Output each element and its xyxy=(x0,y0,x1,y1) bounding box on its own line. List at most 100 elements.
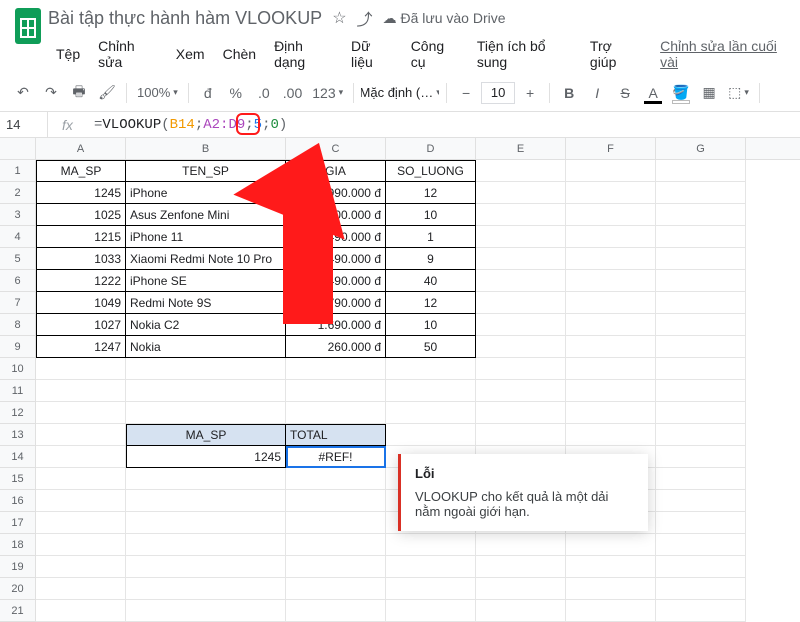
font-size-input[interactable]: 10 xyxy=(481,82,515,104)
cell[interactable]: 260.000 đ xyxy=(286,336,386,358)
cell[interactable]: TEN_SP xyxy=(126,160,286,182)
cell[interactable]: MA_SP xyxy=(126,424,286,446)
cell[interactable]: 1247 xyxy=(36,336,126,358)
cell[interactable] xyxy=(656,182,746,204)
cell[interactable]: 4.790.000 đ xyxy=(286,292,386,314)
cell[interactable] xyxy=(566,314,656,336)
cell[interactable]: Redmi Note 9S xyxy=(126,292,286,314)
cell[interactable] xyxy=(126,490,286,512)
bold-button[interactable]: B xyxy=(556,80,582,106)
cell[interactable] xyxy=(476,160,566,182)
cell[interactable] xyxy=(476,182,566,204)
menu-help[interactable]: Trợ giúp xyxy=(582,34,646,74)
cell[interactable]: 1033 xyxy=(36,248,126,270)
cell[interactable]: 1245 xyxy=(126,446,286,468)
cloud-saved-status[interactable]: ☁ Đã lưu vào Drive xyxy=(383,10,506,27)
cell[interactable] xyxy=(36,402,126,424)
col-header-B[interactable]: B xyxy=(126,138,286,159)
cell[interactable]: iPhone SE xyxy=(126,270,286,292)
move-icon[interactable]: ⤴ xyxy=(357,6,373,30)
cell[interactable]: 1025 xyxy=(36,204,126,226)
cell[interactable] xyxy=(656,204,746,226)
cell[interactable] xyxy=(126,402,286,424)
cell[interactable]: 40 xyxy=(386,270,476,292)
formula-input[interactable]: =VLOOKUP(B14;A2:D9;5;0) xyxy=(88,112,800,137)
cell[interactable] xyxy=(476,600,566,622)
cell[interactable] xyxy=(476,402,566,424)
row-header-5[interactable]: 5 xyxy=(0,248,35,270)
cell[interactable] xyxy=(566,204,656,226)
cell[interactable] xyxy=(476,336,566,358)
cell[interactable] xyxy=(286,534,386,556)
cell[interactable] xyxy=(566,336,656,358)
cell[interactable] xyxy=(36,358,126,380)
cell[interactable] xyxy=(476,556,566,578)
col-header-G[interactable]: G xyxy=(656,138,746,159)
cell[interactable] xyxy=(126,358,286,380)
cell[interactable]: 21.000.000 đ xyxy=(286,204,386,226)
menu-addons[interactable]: Tiện ích bổ sung xyxy=(469,34,580,74)
cell[interactable] xyxy=(126,578,286,600)
row-header-18[interactable]: 18 xyxy=(0,534,35,556)
cell[interactable] xyxy=(476,534,566,556)
cell[interactable] xyxy=(36,468,126,490)
cell[interactable] xyxy=(566,270,656,292)
cell[interactable] xyxy=(386,534,476,556)
paint-format-button[interactable]: 🖌 xyxy=(94,80,120,106)
cell[interactable] xyxy=(476,424,566,446)
row-header-21[interactable]: 21 xyxy=(0,600,35,622)
row-header-15[interactable]: 15 xyxy=(0,468,35,490)
cell[interactable] xyxy=(36,556,126,578)
row-header-3[interactable]: 3 xyxy=(0,204,35,226)
row-header-19[interactable]: 19 xyxy=(0,556,35,578)
cell[interactable] xyxy=(386,402,476,424)
cell[interactable]: 1049 xyxy=(36,292,126,314)
undo-button[interactable]: ↶ xyxy=(10,80,36,106)
col-header-E[interactable]: E xyxy=(476,138,566,159)
cell[interactable]: iPhone xyxy=(126,182,286,204)
cell[interactable] xyxy=(286,556,386,578)
menu-tools[interactable]: Công cụ xyxy=(403,34,467,74)
cell[interactable] xyxy=(476,270,566,292)
strikethrough-button[interactable]: S xyxy=(612,80,638,106)
cell[interactable] xyxy=(386,358,476,380)
cell[interactable] xyxy=(476,204,566,226)
cell[interactable] xyxy=(386,424,476,446)
cell[interactable] xyxy=(656,380,746,402)
row-header-2[interactable]: 2 xyxy=(0,182,35,204)
cell[interactable] xyxy=(36,380,126,402)
cell[interactable]: 1.690.000 đ xyxy=(286,314,386,336)
menu-data[interactable]: Dữ liệu xyxy=(343,34,401,74)
cell[interactable] xyxy=(566,160,656,182)
cell[interactable] xyxy=(476,248,566,270)
col-header-A[interactable]: A xyxy=(36,138,126,159)
cell[interactable]: SO_LUONG xyxy=(386,160,476,182)
cell[interactable] xyxy=(656,424,746,446)
col-header-C[interactable]: C xyxy=(286,138,386,159)
cell[interactable]: 1215 xyxy=(36,226,126,248)
menu-insert[interactable]: Chèn xyxy=(215,42,264,66)
cell[interactable] xyxy=(386,578,476,600)
cell[interactable] xyxy=(126,556,286,578)
cell[interactable] xyxy=(386,600,476,622)
cell[interactable] xyxy=(126,380,286,402)
cell[interactable] xyxy=(126,600,286,622)
text-color-button[interactable]: A xyxy=(640,80,666,106)
cell[interactable] xyxy=(656,446,746,468)
cell[interactable]: 10 xyxy=(386,314,476,336)
cell[interactable] xyxy=(566,182,656,204)
font-size-decrease[interactable]: − xyxy=(453,80,479,106)
cell[interactable]: 12.490.000 đ xyxy=(286,270,386,292)
cell[interactable] xyxy=(386,380,476,402)
row-header-16[interactable]: 16 xyxy=(0,490,35,512)
cell[interactable] xyxy=(286,358,386,380)
cell[interactable] xyxy=(286,600,386,622)
cell[interactable] xyxy=(656,248,746,270)
cell[interactable] xyxy=(36,534,126,556)
row-header-10[interactable]: 10 xyxy=(0,358,35,380)
cell[interactable] xyxy=(476,578,566,600)
cell[interactable] xyxy=(566,292,656,314)
fill-color-button[interactable]: 🪣 xyxy=(668,80,694,106)
cell[interactable] xyxy=(656,534,746,556)
col-header-F[interactable]: F xyxy=(566,138,656,159)
